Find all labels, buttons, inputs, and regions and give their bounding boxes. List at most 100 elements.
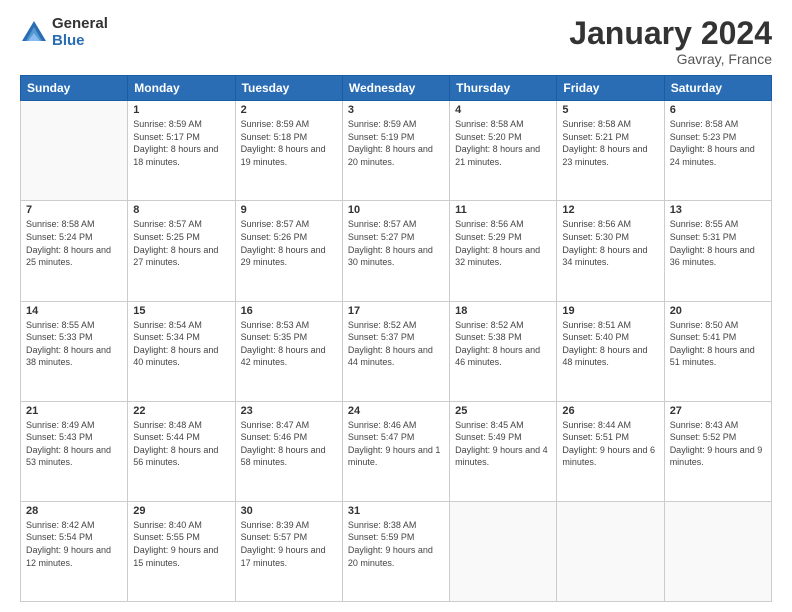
- cell-info: Sunrise: 8:44 AMSunset: 5:51 PMDaylight:…: [562, 419, 658, 469]
- cell-date: 5: [562, 104, 658, 116]
- calendar-cell: 3Sunrise: 8:59 AMSunset: 5:19 PMDaylight…: [342, 101, 449, 201]
- cell-date: 2: [241, 104, 337, 116]
- cell-info: Sunrise: 8:55 AMSunset: 5:31 PMDaylight:…: [670, 218, 766, 268]
- calendar-cell: 9 Sunrise: 8:57 AMSunset: 5:26 PMDaylight…: [235, 201, 342, 301]
- cell-info: Sunrise: 8:40 AMSunset: 5:55 PMDaylight:…: [133, 519, 229, 569]
- logo-general: General: [52, 16, 108, 33]
- calendar-table: SundayMondayTuesdayWednesdayThursdayFrid…: [20, 75, 772, 602]
- calendar-cell: 12 Sunrise: 8:56 AMSunset: 5:30 PMDayligh…: [557, 201, 664, 301]
- cell-date: 17: [348, 305, 444, 317]
- cell-info: Sunrise: 8:57 AMSunset: 5:26 PMDaylight:…: [241, 218, 337, 268]
- cell-date: 23: [241, 405, 337, 417]
- header-cell-tuesday: Tuesday: [235, 76, 342, 101]
- cell-date: 7: [26, 204, 122, 216]
- cell-info: Sunrise: 8:55 AMSunset: 5:33 PMDaylight:…: [26, 319, 122, 369]
- logo-blue: Blue: [52, 33, 108, 50]
- cell-info: Sunrise: 8:53 AMSunset: 5:35 PMDaylight:…: [241, 319, 337, 369]
- header-row: SundayMondayTuesdayWednesdayThursdayFrid…: [21, 76, 772, 101]
- calendar-cell: 27 Sunrise: 8:43 AMSunset: 5:52 PMDayligh…: [664, 401, 771, 501]
- calendar-cell: 6 Sunrise: 8:58 AMSunset: 5:23 PMDaylight…: [664, 101, 771, 201]
- cell-date: 27: [670, 405, 766, 417]
- cell-date: 19: [562, 305, 658, 317]
- cell-info: Sunrise: 8:47 AMSunset: 5:46 PMDaylight:…: [241, 419, 337, 469]
- calendar-cell: 24 Sunrise: 8:46 AMSunset: 5:47 PMDayligh…: [342, 401, 449, 501]
- cell-info: Sunrise: 8:49 AMSunset: 5:43 PMDaylight:…: [26, 419, 122, 469]
- header-cell-thursday: Thursday: [450, 76, 557, 101]
- calendar-cell: 29 Sunrise: 8:40 AMSunset: 5:55 PMDayligh…: [128, 501, 235, 601]
- logo: General Blue: [20, 16, 108, 49]
- header-cell-friday: Friday: [557, 76, 664, 101]
- calendar-cell: 15 Sunrise: 8:54 AMSunset: 5:34 PMDayligh…: [128, 301, 235, 401]
- cell-info: Sunrise: 8:51 AMSunset: 5:40 PMDaylight:…: [562, 319, 658, 369]
- cell-info: Sunrise: 8:45 AMSunset: 5:49 PMDaylight:…: [455, 419, 551, 469]
- calendar-cell: 18Sunrise: 8:52 AMSunset: 5:38 PMDayligh…: [450, 301, 557, 401]
- calendar-cell: 30 Sunrise: 8:39 AMSunset: 5:57 PMDayligh…: [235, 501, 342, 601]
- calendar-cell: 8Sunrise: 8:57 AMSunset: 5:25 PMDaylight…: [128, 201, 235, 301]
- cell-info: Sunrise: 8:57 AMSunset: 5:27 PMDaylight:…: [348, 218, 444, 268]
- cell-date: 29: [133, 505, 229, 517]
- cell-date: 14: [26, 305, 122, 317]
- cell-date: 16: [241, 305, 337, 317]
- header-cell-sunday: Sunday: [21, 76, 128, 101]
- calendar-cell: 19 Sunrise: 8:51 AMSunset: 5:40 PMDayligh…: [557, 301, 664, 401]
- cell-date: 26: [562, 405, 658, 417]
- calendar-cell: [664, 501, 771, 601]
- cell-info: Sunrise: 8:59 AMSunset: 5:19 PMDaylight:…: [348, 118, 444, 168]
- calendar-cell: 16 Sunrise: 8:53 AMSunset: 5:35 PMDayligh…: [235, 301, 342, 401]
- cell-date: 4: [455, 104, 551, 116]
- calendar-cell: 7Sunrise: 8:58 AMSunset: 5:24 PMDaylight…: [21, 201, 128, 301]
- cell-date: 15: [133, 305, 229, 317]
- cell-info: Sunrise: 8:54 AMSunset: 5:34 PMDaylight:…: [133, 319, 229, 369]
- calendar-cell: 11 Sunrise: 8:56 AMSunset: 5:29 PMDayligh…: [450, 201, 557, 301]
- calendar-body: 1 Sunrise: 8:59 AMSunset: 5:17 PMDaylight…: [21, 101, 772, 602]
- cell-info: Sunrise: 8:58 AMSunset: 5:21 PMDaylight:…: [562, 118, 658, 168]
- cell-date: 21: [26, 405, 122, 417]
- page: General Blue January 2024 Gavray, France…: [0, 0, 792, 612]
- cell-info: Sunrise: 8:39 AMSunset: 5:57 PMDaylight:…: [241, 519, 337, 569]
- calendar-cell: [450, 501, 557, 601]
- week-row-0: 1 Sunrise: 8:59 AMSunset: 5:17 PMDaylight…: [21, 101, 772, 201]
- calendar-cell: 17 Sunrise: 8:52 AMSunset: 5:37 PMDayligh…: [342, 301, 449, 401]
- month-title: January 2024: [569, 16, 772, 51]
- calendar-cell: 23 Sunrise: 8:47 AMSunset: 5:46 PMDayligh…: [235, 401, 342, 501]
- calendar-cell: 4Sunrise: 8:58 AMSunset: 5:20 PMDaylight…: [450, 101, 557, 201]
- calendar-cell: 31Sunrise: 8:38 AMSunset: 5:59 PMDayligh…: [342, 501, 449, 601]
- logo-text: General Blue: [52, 16, 108, 49]
- cell-info: Sunrise: 8:56 AMSunset: 5:29 PMDaylight:…: [455, 218, 551, 268]
- title-block: January 2024 Gavray, France: [569, 16, 772, 67]
- cell-date: 1: [133, 104, 229, 116]
- calendar-cell: [557, 501, 664, 601]
- calendar-cell: 5 Sunrise: 8:58 AMSunset: 5:21 PMDaylight…: [557, 101, 664, 201]
- cell-date: 9: [241, 204, 337, 216]
- cell-info: Sunrise: 8:58 AMSunset: 5:23 PMDaylight:…: [670, 118, 766, 168]
- header-cell-monday: Monday: [128, 76, 235, 101]
- header-cell-saturday: Saturday: [664, 76, 771, 101]
- cell-info: Sunrise: 8:57 AMSunset: 5:25 PMDaylight:…: [133, 218, 229, 268]
- calendar-cell: 20Sunrise: 8:50 AMSunset: 5:41 PMDayligh…: [664, 301, 771, 401]
- cell-date: 25: [455, 405, 551, 417]
- cell-date: 30: [241, 505, 337, 517]
- calendar-cell: 22Sunrise: 8:48 AMSunset: 5:44 PMDayligh…: [128, 401, 235, 501]
- cell-info: Sunrise: 8:52 AMSunset: 5:37 PMDaylight:…: [348, 319, 444, 369]
- calendar-header: SundayMondayTuesdayWednesdayThursdayFrid…: [21, 76, 772, 101]
- calendar-cell: [21, 101, 128, 201]
- calendar-cell: 26 Sunrise: 8:44 AMSunset: 5:51 PMDayligh…: [557, 401, 664, 501]
- calendar-cell: 2 Sunrise: 8:59 AMSunset: 5:18 PMDaylight…: [235, 101, 342, 201]
- header-cell-wednesday: Wednesday: [342, 76, 449, 101]
- week-row-3: 21 Sunrise: 8:49 AMSunset: 5:43 PMDayligh…: [21, 401, 772, 501]
- calendar-cell: 10 Sunrise: 8:57 AMSunset: 5:27 PMDayligh…: [342, 201, 449, 301]
- cell-date: 11: [455, 204, 551, 216]
- cell-date: 10: [348, 204, 444, 216]
- cell-info: Sunrise: 8:59 AMSunset: 5:18 PMDaylight:…: [241, 118, 337, 168]
- cell-info: Sunrise: 8:46 AMSunset: 5:47 PMDaylight:…: [348, 419, 444, 469]
- cell-info: Sunrise: 8:42 AMSunset: 5:54 PMDaylight:…: [26, 519, 122, 569]
- cell-date: 6: [670, 104, 766, 116]
- cell-date: 12: [562, 204, 658, 216]
- cell-info: Sunrise: 8:43 AMSunset: 5:52 PMDaylight:…: [670, 419, 766, 469]
- cell-date: 24: [348, 405, 444, 417]
- cell-info: Sunrise: 8:56 AMSunset: 5:30 PMDaylight:…: [562, 218, 658, 268]
- header: General Blue January 2024 Gavray, France: [20, 16, 772, 67]
- cell-info: Sunrise: 8:59 AMSunset: 5:17 PMDaylight:…: [133, 118, 229, 168]
- calendar-cell: 25 Sunrise: 8:45 AMSunset: 5:49 PMDayligh…: [450, 401, 557, 501]
- cell-info: Sunrise: 8:52 AMSunset: 5:38 PMDaylight:…: [455, 319, 551, 369]
